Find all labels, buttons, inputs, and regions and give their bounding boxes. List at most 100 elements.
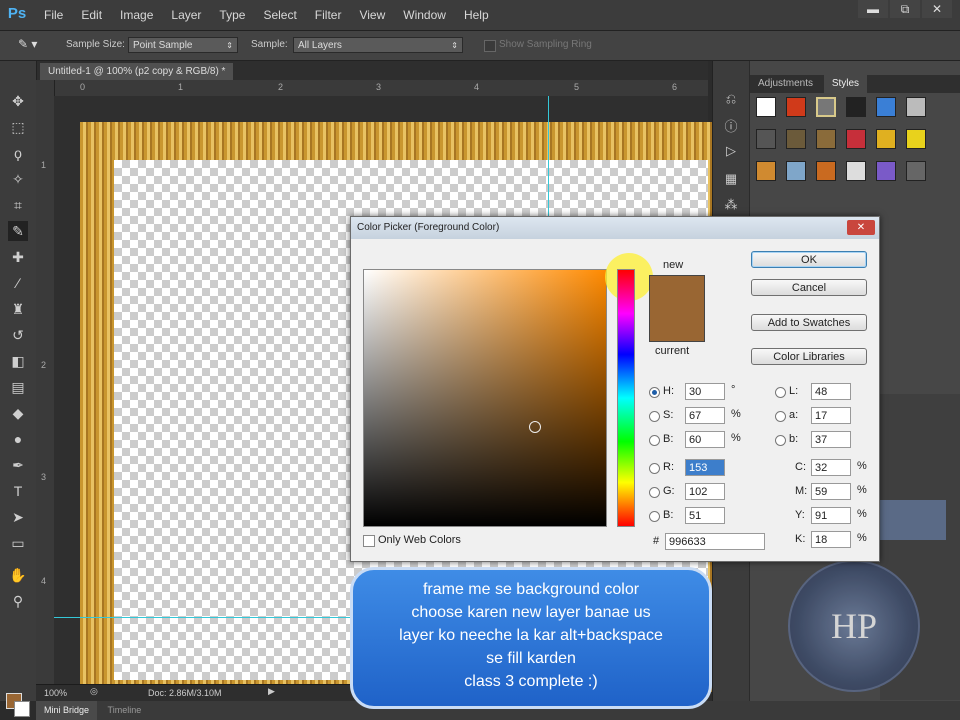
- crop-tool-icon[interactable]: ⌗: [8, 195, 28, 215]
- style-swatch[interactable]: [786, 129, 806, 149]
- eyedropper-tool-preset-icon[interactable]: ✎ ▾: [18, 37, 46, 53]
- zoom-tool-icon[interactable]: ⚲: [8, 591, 28, 611]
- cancel-button[interactable]: Cancel: [751, 279, 867, 296]
- hex-field[interactable]: 996633: [665, 533, 765, 550]
- style-swatch[interactable]: [906, 97, 926, 117]
- color-libraries-button[interactable]: Color Libraries: [751, 348, 867, 365]
- document-tab[interactable]: Untitled-1 @ 100% (p2 copy & RGB/8) *: [40, 63, 234, 80]
- style-swatch-none[interactable]: [756, 97, 776, 117]
- marquee-tool-icon[interactable]: ⬚: [8, 117, 28, 137]
- vertical-guide[interactable]: [548, 96, 549, 236]
- menu-type[interactable]: Type: [219, 8, 245, 22]
- minimize-button[interactable]: ▬: [858, 0, 888, 18]
- brightness-radio[interactable]: [649, 435, 660, 446]
- blue-field[interactable]: 51: [685, 507, 725, 524]
- style-swatch[interactable]: [816, 161, 836, 181]
- color-field-cursor[interactable]: [529, 421, 541, 433]
- menu-view[interactable]: View: [359, 8, 385, 22]
- style-swatch[interactable]: [786, 161, 806, 181]
- style-swatch[interactable]: [756, 129, 776, 149]
- style-swatch[interactable]: [846, 129, 866, 149]
- yellow-field[interactable]: 91: [811, 507, 851, 524]
- blur-tool-icon[interactable]: ◆: [8, 403, 28, 423]
- style-swatch[interactable]: [786, 97, 806, 117]
- tab-adjustments[interactable]: Adjustments: [750, 75, 821, 93]
- style-swatch[interactable]: [756, 161, 776, 181]
- brush-panel-icon[interactable]: ⁂: [721, 195, 741, 215]
- color-field[interactable]: [363, 269, 607, 527]
- actions-panel-icon[interactable]: ▷: [721, 141, 741, 161]
- clone-stamp-tool-icon[interactable]: ♜: [8, 299, 28, 319]
- show-sampling-ring-checkbox[interactable]: [484, 40, 496, 52]
- restore-button[interactable]: ⧉: [890, 0, 920, 18]
- menu-file[interactable]: File: [44, 8, 63, 22]
- green-field[interactable]: 102: [685, 483, 725, 500]
- status-arrow-icon[interactable]: ▶: [268, 686, 275, 697]
- a-channel-field[interactable]: 17: [811, 407, 851, 424]
- quick-select-tool-icon[interactable]: ✧: [8, 169, 28, 189]
- a-channel-radio[interactable]: [775, 411, 786, 422]
- close-window-button[interactable]: ✕: [922, 0, 952, 18]
- cyan-field[interactable]: 32: [811, 459, 851, 476]
- zoom-level[interactable]: 100%: [44, 688, 67, 698]
- hue-field[interactable]: 30: [685, 383, 725, 400]
- green-radio[interactable]: [649, 487, 660, 498]
- style-swatch[interactable]: [876, 161, 896, 181]
- type-tool-icon[interactable]: T: [8, 481, 28, 501]
- hand-tool-icon[interactable]: ✋: [8, 565, 28, 585]
- move-tool-icon[interactable]: ✥: [8, 91, 28, 111]
- red-field[interactable]: 153: [685, 459, 725, 476]
- menu-edit[interactable]: Edit: [81, 8, 102, 22]
- path-selection-tool-icon[interactable]: ➤: [8, 507, 28, 527]
- rectangle-tool-icon[interactable]: ▭: [8, 533, 28, 553]
- lightness-field[interactable]: 48: [811, 383, 851, 400]
- b-channel-radio[interactable]: [775, 435, 786, 446]
- status-menu-icon[interactable]: ◎: [90, 686, 98, 697]
- horizontal-guide[interactable]: [54, 617, 354, 618]
- sample-select[interactable]: All Layers ⇕: [293, 37, 463, 53]
- history-panel-icon[interactable]: ⎌: [721, 89, 741, 109]
- brush-tool-icon[interactable]: ∕: [8, 273, 28, 293]
- hue-slider[interactable]: [617, 269, 635, 527]
- blue-radio[interactable]: [649, 511, 660, 522]
- red-radio[interactable]: [649, 463, 660, 474]
- menu-layer[interactable]: Layer: [171, 8, 201, 22]
- menu-help[interactable]: Help: [464, 8, 489, 22]
- history-brush-tool-icon[interactable]: ↺: [8, 325, 28, 345]
- current-color-swatch[interactable]: [649, 309, 705, 342]
- b-channel-field[interactable]: 37: [811, 431, 851, 448]
- style-swatch[interactable]: [816, 129, 836, 149]
- saturation-radio[interactable]: [649, 411, 660, 422]
- style-swatch[interactable]: [906, 129, 926, 149]
- sample-size-select[interactable]: Point Sample ⇕: [128, 37, 238, 53]
- menu-select[interactable]: Select: [263, 8, 296, 22]
- timeline-tab[interactable]: Timeline: [100, 701, 150, 720]
- dialog-close-button[interactable]: ✕: [847, 220, 875, 235]
- style-swatch[interactable]: [906, 161, 926, 181]
- hue-radio[interactable]: [649, 387, 660, 398]
- dodge-tool-icon[interactable]: ●: [8, 429, 28, 449]
- tab-styles[interactable]: Styles: [823, 75, 868, 93]
- menu-image[interactable]: Image: [120, 8, 153, 22]
- properties-panel-icon[interactable]: ⓘ: [721, 117, 741, 137]
- lasso-tool-icon[interactable]: ϙ: [8, 143, 28, 163]
- add-to-swatches-button[interactable]: Add to Swatches: [751, 314, 867, 331]
- background-color-swatch[interactable]: [14, 701, 30, 717]
- style-swatch[interactable]: [846, 161, 866, 181]
- lightness-radio[interactable]: [775, 387, 786, 398]
- style-swatch[interactable]: [846, 97, 866, 117]
- pen-tool-icon[interactable]: ✒: [8, 455, 28, 475]
- only-web-colors-checkbox[interactable]: [363, 535, 375, 547]
- gradient-tool-icon[interactable]: ▤: [8, 377, 28, 397]
- ok-button[interactable]: OK: [751, 251, 867, 268]
- eyedropper-tool-icon[interactable]: ✎: [8, 221, 28, 241]
- menu-window[interactable]: Window: [403, 8, 446, 22]
- menu-filter[interactable]: Filter: [315, 8, 342, 22]
- style-swatch[interactable]: [876, 129, 896, 149]
- selected-layer-row[interactable]: [880, 500, 946, 540]
- brightness-field[interactable]: 60: [685, 431, 725, 448]
- healing-brush-tool-icon[interactable]: ✚: [8, 247, 28, 267]
- mini-bridge-tab[interactable]: Mini Bridge: [36, 701, 98, 720]
- eraser-tool-icon[interactable]: ◧: [8, 351, 28, 371]
- magenta-field[interactable]: 59: [811, 483, 851, 500]
